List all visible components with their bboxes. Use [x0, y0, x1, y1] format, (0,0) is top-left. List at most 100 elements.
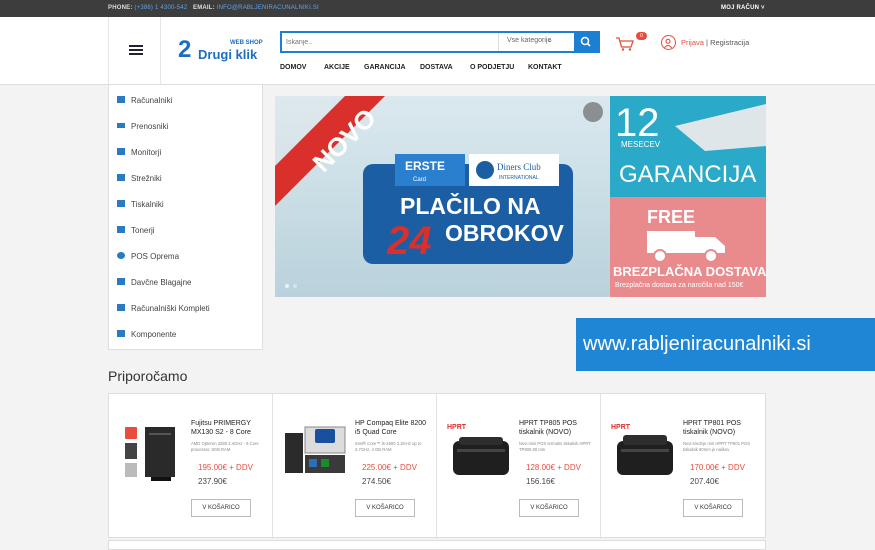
phone-info: PHONE: (+386) 1 4300-542 [108, 5, 187, 11]
product-price-net: 128.00€ + DDV [526, 463, 581, 472]
nav-contact[interactable]: KONTAKT [528, 64, 562, 71]
sidebar-item-monitorji[interactable]: Monitorji [109, 139, 262, 165]
search-bar: Vse kategorije ⌄ [280, 31, 600, 53]
delivery-text: BREZPLAČNA DOSTAVA [613, 264, 766, 279]
free-text: FREE [647, 207, 695, 227]
product-title[interactable]: HP Compaq Elite 8200 i5 Quad Core [355, 419, 431, 437]
warranty-text: GARANCIJA [619, 161, 756, 188]
months-number: 12 [615, 101, 660, 145]
nav-warranty[interactable]: GARANCIJA [364, 64, 406, 71]
payment-line1: PLAČILO NA [400, 192, 541, 219]
printer-icon [117, 200, 125, 207]
slider-dot [285, 284, 289, 288]
add-to-cart-button[interactable]: V KOŠARICO [191, 499, 251, 517]
product-price-net: 195.00€ + DDV [198, 463, 253, 472]
sidebar-item-komponente[interactable]: Komponente [109, 321, 262, 347]
sidebar-item-racunalniski-kompleti[interactable]: Računalniški Kompleti [109, 295, 262, 321]
product-grid: Fujitsu PRIMERGY MX130 S2 - 8 Core AMD O… [108, 393, 766, 539]
product-grid-row-2 [108, 540, 766, 550]
email-value[interactable]: INFO@RABLJENIRACUNALNIKI.SI [217, 5, 319, 11]
sidebar-item-racunalniki[interactable]: Računalniki [109, 87, 262, 113]
sidebar-item-tonerji[interactable]: Tonerji [109, 217, 262, 243]
sidebar-item-pos-oprema[interactable]: POS Oprema [109, 243, 262, 269]
erste-sub: Card [413, 177, 426, 183]
sidebar-item-davcne-blagajne[interactable]: Davčne Blagajne [109, 269, 262, 295]
account-label: MOJ RAČUN [721, 5, 760, 11]
account-menu[interactable]: MOJ RAČUN ˅ [721, 5, 765, 11]
diners-sub: INTERNATIONAL [499, 175, 539, 181]
product-price: 207.40€ [690, 477, 719, 486]
search-input[interactable] [286, 35, 486, 49]
server-icon [117, 174, 125, 181]
cart-count-badge: 0 [636, 32, 647, 40]
register-icon [117, 278, 125, 285]
sidebar-item-streznik[interactable]: Strežniki [109, 165, 262, 191]
delivery-note: Brezplačna dostava za naročila nad 150€ [615, 282, 744, 289]
product-card[interactable]: Fujitsu PRIMERGY MX130 S2 - 8 Core AMD O… [109, 394, 273, 539]
nav-delivery[interactable]: DOSTAVA [420, 64, 453, 71]
phone-value[interactable]: (+386) 1 4300-542 [134, 5, 187, 11]
email-label: EMAIL: [193, 5, 215, 11]
menu-button[interactable] [108, 17, 161, 85]
diners-text: Diners Club [497, 162, 541, 172]
category-select[interactable]: Vse kategorije ⌄ [498, 33, 558, 51]
category-label: Vse kategorije [507, 37, 552, 44]
hamburger-bar [129, 53, 143, 55]
add-to-cart-button[interactable]: V KOŠARICO [355, 499, 415, 517]
product-title[interactable]: HPRT TP805 POS tiskalnik (NOVO) [519, 419, 595, 437]
product-title[interactable]: HPRT TP801 POS tiskalnik (NOVO) [683, 419, 759, 437]
sidebar-item-label: POS Oprema [131, 252, 180, 261]
laptop-icon [117, 123, 125, 128]
product-card[interactable]: HP Compaq Elite 8200 i5 Quad Core Intel®… [273, 394, 437, 539]
hamburger-bar [129, 49, 143, 51]
svg-text:HPRT: HPRT [611, 424, 631, 431]
product-description: Novi srednje miri HPRT TP801 POS tiskaln… [683, 441, 751, 452]
add-to-cart-button[interactable]: V KOŠARICO [683, 499, 743, 517]
login-links: Prijava | Registracija [681, 38, 749, 47]
nav-about[interactable]: O PODJETJU [470, 64, 514, 71]
add-to-cart-button[interactable]: V KOŠARICO [519, 499, 579, 517]
product-image[interactable]: HPRT [445, 419, 513, 487]
months-label: MESECEV [621, 140, 661, 149]
product-image[interactable] [281, 419, 349, 487]
phone-label: PHONE: [108, 5, 133, 11]
promo-banner[interactable]: NOVO ERSTE Card Diners Club INTERNATIONA… [275, 96, 766, 297]
product-price-net: 225.00€ + DDV [362, 463, 417, 472]
slider-timer-icon [583, 102, 603, 122]
product-image[interactable] [117, 419, 185, 487]
logo-tag: WEB SHOP [230, 40, 263, 46]
sidebar-item-label: Tiskalniki [131, 200, 164, 209]
banner-graphic: NOVO ERSTE Card Diners Club INTERNATIONA… [275, 96, 766, 297]
login-link[interactable]: Prijava [681, 38, 704, 47]
product-price: 156.16€ [526, 477, 555, 486]
product-image[interactable]: HPRT [609, 419, 677, 487]
sidebar-item-tiskalniki[interactable]: Tiskalniki [109, 191, 262, 217]
cart-icon[interactable] [615, 36, 635, 52]
sidebar-item-label: Računalniki [131, 96, 173, 105]
hamburger-icon [129, 45, 143, 47]
search-button[interactable] [574, 33, 598, 51]
product-price-net: 170.00€ + DDV [690, 463, 745, 472]
sidebar-item-label: Tonerji [131, 226, 155, 235]
sidebar-item-label: Monitorji [131, 148, 162, 157]
product-card[interactable]: HPRT HPRT TP805 POS tiskalnik (NOVO) Nov… [437, 394, 601, 539]
slider-dot [293, 284, 297, 288]
email-info: EMAIL: INFO@RABLJENIRACUNALNIKI.SI [193, 5, 319, 11]
nav-sales[interactable]: AKCIJE [324, 64, 350, 71]
sidebar-item-label: Komponente [131, 330, 177, 339]
top-bar: PHONE: (+386) 1 4300-542 EMAIL: INFO@RAB… [0, 0, 875, 17]
product-card[interactable]: HPRT HPRT TP801 POS tiskalnik (NOVO) Nov… [601, 394, 765, 539]
payment-line2: OBROKOV [445, 220, 565, 246]
nav-home[interactable]: DOMOV [280, 64, 306, 71]
user-icon[interactable] [661, 35, 676, 50]
logo[interactable]: 2 WEB SHOP Drugi klik [178, 37, 263, 67]
logo-name: Drugi klik [198, 47, 258, 62]
windows-icon [117, 96, 125, 103]
sidebar-item-prenosniki[interactable]: Prenosniki [109, 113, 262, 139]
monitor-icon [117, 148, 125, 155]
search-icon [580, 36, 591, 47]
product-title[interactable]: Fujitsu PRIMERGY MX130 S2 - 8 Core [191, 419, 267, 437]
sitemap-icon [117, 330, 125, 337]
svg-text:HPRT: HPRT [447, 424, 467, 431]
register-link[interactable]: Registracija [710, 38, 749, 47]
